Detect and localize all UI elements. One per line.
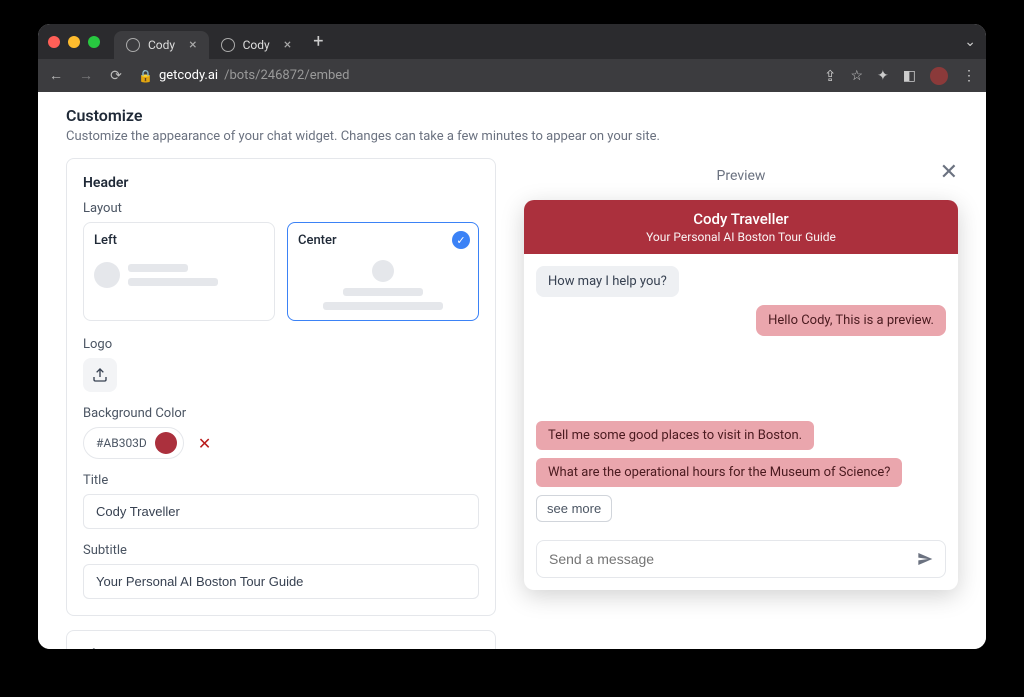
layout-label: Layout [83,201,479,216]
layout-center-preview [298,256,468,310]
tab-title: Cody [243,38,270,52]
page-subtitle: Customize the appearance of your chat wi… [66,129,958,144]
forward-button[interactable]: → [78,67,94,84]
new-tab-button[interactable]: + [313,31,323,52]
color-picker[interactable]: #AB303D [83,427,184,459]
layout-option-left[interactable]: Left [83,222,275,321]
header-section-title: Header [83,175,479,191]
subtitle-label: Subtitle [83,543,479,558]
close-window[interactable] [48,36,60,48]
message-composer[interactable] [536,540,946,578]
suggestion-chip[interactable]: What are the operational hours for the M… [536,458,902,487]
layout-left-preview [94,256,264,290]
user-message: Hello Cody, This is a preview. [756,305,946,336]
extensions-icon[interactable]: ✦ [877,68,889,84]
chat-widget-preview: Cody Traveller Your Personal AI Boston T… [524,200,958,590]
color-hex: #AB303D [96,436,147,450]
chat-settings-card: Chat Message Size [66,630,496,649]
tabs-dropdown-icon[interactable]: ⌄ [964,34,976,50]
profile-avatar[interactable] [930,67,948,85]
send-icon[interactable] [917,551,933,567]
tab-cody-2[interactable]: Cody × [209,31,304,59]
preview-label: Preview [717,168,766,184]
close-preview-button[interactable]: ✕ [940,160,958,185]
address-bar: ← → ⟳ 🔒 getcody.ai/bots/246872/embed ⇪ ☆… [38,59,986,92]
close-tab-icon[interactable]: × [284,37,291,53]
chat-header: Cody Traveller Your Personal AI Boston T… [524,200,958,254]
globe-icon [221,38,235,52]
header-settings-card: Header Layout Left ✓ [66,158,496,616]
back-button[interactable]: ← [48,67,64,84]
url-field[interactable]: 🔒 getcody.ai/bots/246872/embed [138,68,810,83]
check-icon: ✓ [452,231,470,249]
tab-cody-1[interactable]: Cody × [114,31,209,59]
chat-header-title: Cody Traveller [532,210,950,228]
see-more-button[interactable]: see more [536,495,612,522]
url-host: getcody.ai [159,68,218,83]
globe-icon [126,38,140,52]
upload-icon [92,367,108,383]
maximize-window[interactable] [88,36,100,48]
url-path: /bots/246872/embed [224,68,349,83]
panel-icon[interactable]: ◧ [903,68,916,84]
suggestion-chip[interactable]: Tell me some good places to visit in Bos… [536,421,814,450]
bgcolor-label: Background Color [83,406,479,421]
minimize-window[interactable] [68,36,80,48]
bookmark-icon[interactable]: ☆ [850,68,863,84]
window-controls [48,36,100,48]
close-tab-icon[interactable]: × [189,37,196,53]
tab-title: Cody [148,38,175,52]
chat-header-subtitle: Your Personal AI Boston Tour Guide [532,230,950,244]
browser-window: Cody × Cody × + ⌄ ← → ⟳ 🔒 getcody.ai/bot… [38,24,986,649]
layout-option-center[interactable]: ✓ Center [287,222,479,321]
tab-bar: Cody × Cody × + ⌄ [38,24,986,59]
title-input[interactable] [83,494,479,529]
layout-name: Center [298,233,468,248]
lock-icon: 🔒 [138,69,153,83]
menu-icon[interactable]: ⋮ [962,68,976,84]
clear-color-button[interactable]: ✕ [194,430,215,457]
subtitle-input[interactable] [83,564,479,599]
title-label: Title [83,473,479,488]
color-swatch [155,432,177,454]
share-icon[interactable]: ⇪ [824,67,837,85]
logo-label: Logo [83,337,479,352]
reload-button[interactable]: ⟳ [108,68,124,84]
chat-section-title: Chat [83,647,479,649]
message-input[interactable] [549,551,917,567]
layout-name: Left [94,233,264,248]
page-content: Customize Customize the appearance of yo… [38,92,986,649]
upload-logo-button[interactable] [83,358,117,392]
bot-message: How may I help you? [536,266,679,297]
page-title: Customize [66,106,958,125]
